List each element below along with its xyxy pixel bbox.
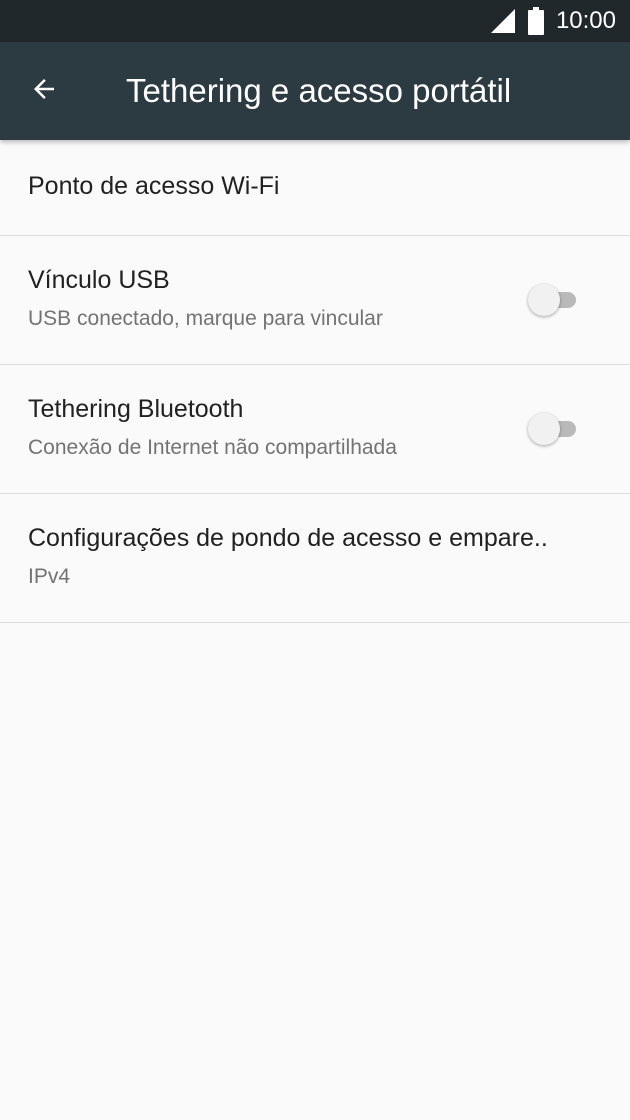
page-title: Tethering e acesso portátil <box>126 72 512 109</box>
hotspot-settings-item[interactable]: Configurações de pondo de acesso e empar… <box>0 494 630 623</box>
switch-thumb <box>528 284 560 316</box>
switch-thumb <box>528 413 560 445</box>
item-title: Tethering Bluetooth <box>28 395 244 423</box>
battery-icon <box>527 7 544 35</box>
app-bar: Tethering e acesso portátil <box>0 42 630 140</box>
arrow-back-icon <box>29 74 59 109</box>
item-title: Configurações de pondo de acesso e empar… <box>28 524 548 552</box>
status-bar: 10:00 <box>0 0 630 42</box>
back-button[interactable] <box>20 67 68 115</box>
usb-tethering-item[interactable]: Vínculo USB USB conectado, marque para v… <box>0 236 630 365</box>
signal-icon <box>490 8 516 34</box>
bluetooth-tethering-switch[interactable] <box>528 411 582 447</box>
usb-tethering-switch[interactable] <box>528 282 582 318</box>
screen: 10:00 Tethering e acesso portátil Ponto … <box>0 0 630 1120</box>
item-subtitle: IPv4 <box>28 565 71 588</box>
item-title: Ponto de acesso Wi-Fi <box>28 172 280 200</box>
status-time: 10:00 <box>555 7 616 34</box>
item-title: Vínculo USB <box>28 266 170 294</box>
bluetooth-tethering-item[interactable]: Tethering Bluetooth Conexão de Internet … <box>0 365 630 494</box>
settings-list: Ponto de acesso Wi-Fi Vínculo USB USB co… <box>0 140 630 623</box>
status-icons: 10:00 <box>490 0 616 42</box>
item-subtitle: USB conectado, marque para vincular <box>28 307 383 330</box>
item-subtitle: Conexão de Internet não compartilhada <box>28 436 397 459</box>
wifi-hotspot-item[interactable]: Ponto de acesso Wi-Fi <box>0 140 630 236</box>
